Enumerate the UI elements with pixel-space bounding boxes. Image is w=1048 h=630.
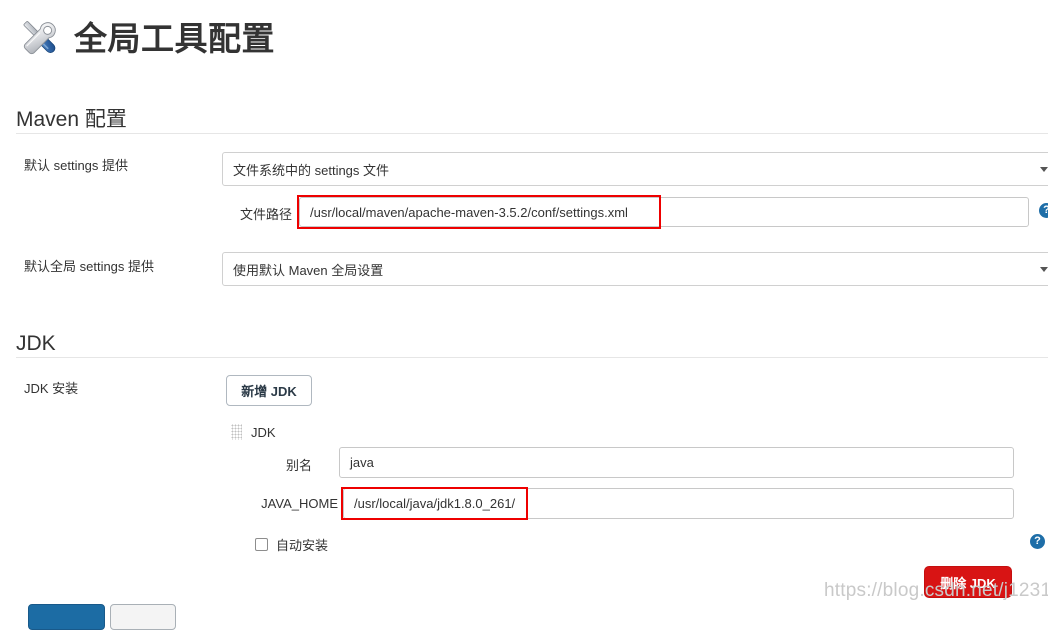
- select-default-settings-value: 文件系统中的 settings 文件: [233, 162, 390, 178]
- select-default-global-settings-value: 使用默认 Maven 全局设置: [233, 262, 384, 278]
- delete-jdk-button[interactable]: 删除 JDK: [924, 566, 1012, 598]
- section-heading-maven: Maven 配置: [16, 108, 127, 131]
- tools-wrench-screwdriver-icon: [14, 12, 66, 64]
- section-divider-jdk: [16, 357, 1048, 358]
- help-question-icon-auto-install[interactable]: ?: [1030, 534, 1045, 549]
- input-settings-file-path-value: /usr/local/maven/apache-maven-3.5.2/conf…: [310, 204, 628, 220]
- chevron-down-icon: [1040, 167, 1048, 172]
- label-default-settings-provider: 默认 settings 提供: [24, 158, 129, 173]
- page-title-text: 全局工具配置: [74, 19, 275, 57]
- page-title: 全局工具配置: [14, 12, 275, 64]
- input-java-home-value: /usr/local/java/jdk1.8.0_261/: [354, 496, 516, 511]
- apply-button[interactable]: [110, 604, 176, 630]
- label-jdk-installations: JDK 安装: [24, 381, 79, 396]
- select-default-settings-provider[interactable]: 文件系统中的 settings 文件: [222, 152, 1048, 186]
- label-jdk-alias: 别名: [285, 458, 312, 473]
- drag-handle-icon[interactable]: [231, 424, 242, 440]
- label-default-global-settings-provider: 默认全局 settings 提供: [24, 259, 155, 274]
- help-question-icon-file-path[interactable]: ?: [1039, 203, 1048, 218]
- checkbox-auto-install[interactable]: 自动安装: [255, 535, 328, 554]
- add-jdk-button[interactable]: 新增 JDK: [226, 375, 312, 406]
- input-jdk-alias-value: java: [350, 455, 374, 470]
- checkbox-label-auto-install: 自动安装: [276, 538, 329, 553]
- input-jdk-alias[interactable]: java: [339, 447, 1014, 478]
- label-file-path: 文件路径: [239, 207, 292, 222]
- input-settings-file-path[interactable]: /usr/local/maven/apache-maven-3.5.2/conf…: [299, 197, 1029, 227]
- section-divider-maven: [16, 133, 1048, 134]
- save-button[interactable]: [28, 604, 105, 630]
- input-java-home[interactable]: /usr/local/java/jdk1.8.0_261/: [343, 488, 1014, 519]
- jdk-entry-header[interactable]: JDK: [231, 424, 276, 440]
- section-heading-jdk: JDK: [16, 332, 56, 355]
- select-default-global-settings-provider[interactable]: 使用默认 Maven 全局设置: [222, 252, 1048, 286]
- label-java-home: JAVA_HOME: [261, 496, 338, 511]
- chevron-down-icon-global: [1040, 267, 1048, 272]
- jdk-entry-title: JDK: [251, 424, 276, 440]
- checkbox-box-auto-install[interactable]: [255, 538, 268, 551]
